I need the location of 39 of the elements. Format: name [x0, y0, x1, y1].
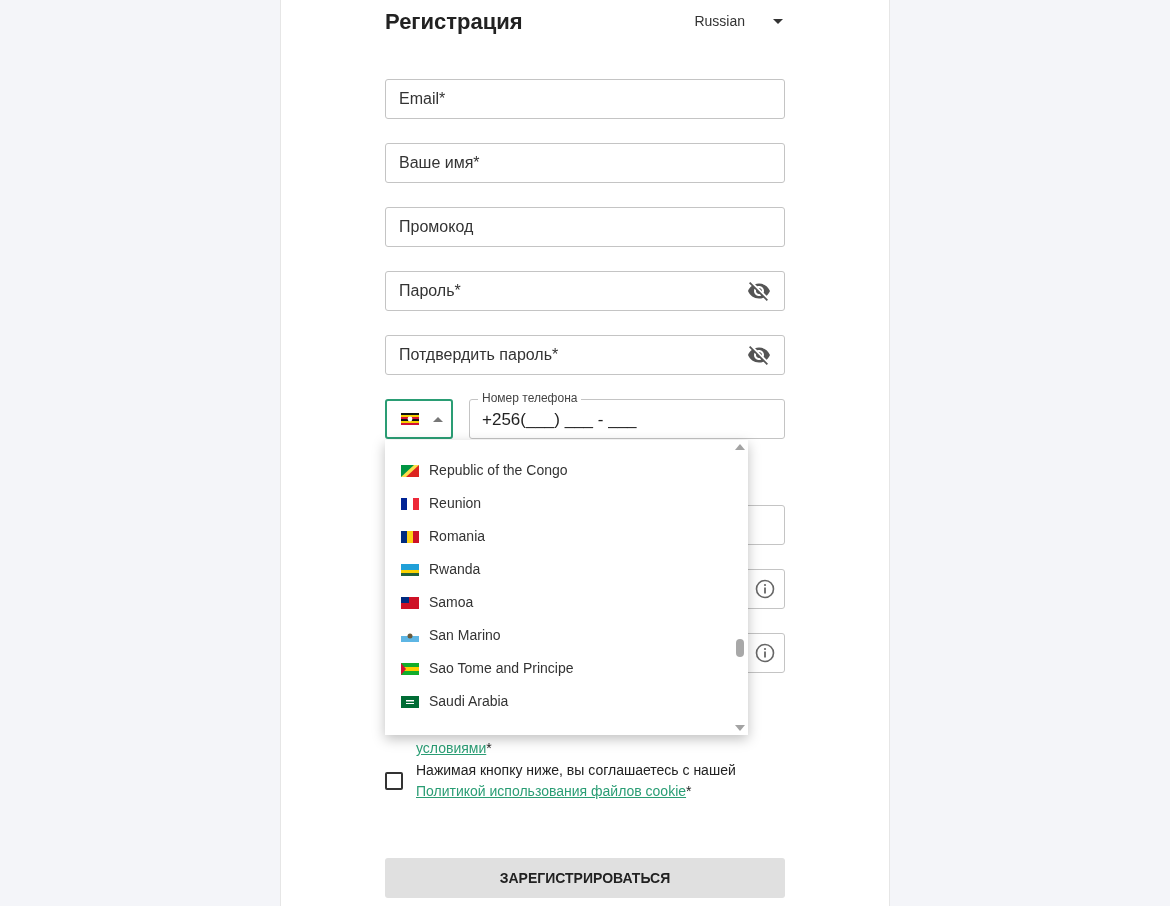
eye-off-icon[interactable]	[747, 279, 771, 303]
flag-icon	[401, 464, 419, 477]
input-field[interactable]: Пароль*	[385, 271, 785, 311]
country-option[interactable]: Saudi Arabia	[385, 685, 732, 718]
flag-icon	[401, 563, 419, 576]
caret-down-icon	[773, 18, 783, 24]
scrollbar-thumb[interactable]	[736, 639, 744, 657]
language-select[interactable]: Russian	[694, 10, 785, 32]
flag-icon	[401, 530, 419, 543]
info-icon[interactable]	[755, 643, 775, 663]
flag-icon	[401, 596, 419, 609]
checkbox[interactable]	[385, 772, 403, 790]
info-icon[interactable]	[755, 579, 775, 599]
cookie-consent-text: Нажимая кнопку ниже, вы соглашаетесь с нашей Политикой использования файлов cookie*	[416, 761, 736, 801]
flag-icon	[401, 413, 419, 425]
country-option[interactable]: Rwanda	[385, 553, 732, 586]
input-field[interactable]: Потдвердить пароль*	[385, 335, 785, 375]
country-option[interactable]: Romania	[385, 520, 732, 553]
input-field[interactable]: Промокод	[385, 207, 785, 247]
scrollbar[interactable]	[732, 440, 748, 735]
eye-off-icon[interactable]	[747, 343, 771, 367]
flag-icon	[401, 695, 419, 708]
country-option[interactable]: Samoa	[385, 586, 732, 619]
flag-icon	[401, 497, 419, 510]
country-option[interactable]: San Marino	[385, 619, 732, 652]
field-label: Номер телефона	[478, 390, 582, 406]
page-title: Регистрация	[385, 7, 523, 36]
input-field[interactable]: Email*	[385, 79, 785, 119]
country-option[interactable]: Republic of the Congo	[385, 454, 732, 487]
register-button[interactable]: ЗАРЕГИСТРИРОВАТЬСЯ	[385, 858, 785, 898]
country-select[interactable]	[385, 399, 453, 439]
cookie-policy-link[interactable]: Политикой использования файлов cookie	[416, 783, 687, 799]
input-field[interactable]: Ваше имя*	[385, 143, 785, 183]
country-option[interactable]: Sao Tome and Principe	[385, 652, 732, 685]
caret-up-icon	[433, 416, 443, 422]
country-option[interactable]: Reunion	[385, 487, 732, 520]
terms-link[interactable]: условиями	[416, 740, 487, 756]
terms-text: условиями*	[416, 739, 492, 758]
flag-icon	[401, 662, 419, 675]
